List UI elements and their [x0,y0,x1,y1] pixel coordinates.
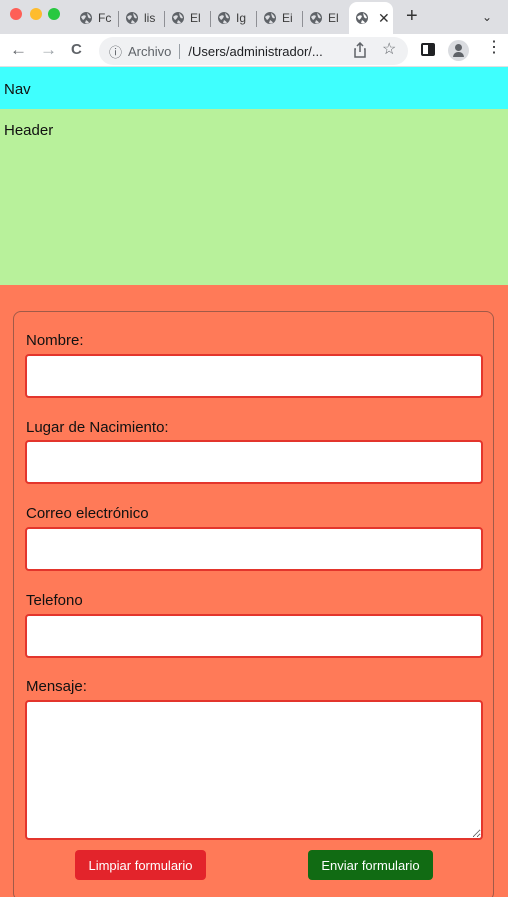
phone-input[interactable] [25,614,483,658]
email-label: Correo electrónico [26,505,149,522]
tab-divider [302,11,303,27]
forward-arrow-icon[interactable]: → [40,40,57,60]
minimize-window-button[interactable] [30,8,42,20]
tab-label: Fc [98,11,112,25]
globe-icon [264,12,276,24]
info-icon[interactable]: ⓘ [109,42,122,61]
tab-label: Ei [282,11,293,25]
tab-6[interactable]: El [309,6,345,30]
address-scheme: Archivo [128,43,172,59]
tab-2[interactable]: lis [125,6,161,30]
name-label: Nombre: [26,332,84,349]
phone-label: Telefono [26,592,83,609]
globe-icon [218,12,230,24]
tab-3[interactable]: El [171,6,207,30]
tab-4[interactable]: Ig [217,6,253,30]
page-main: Nombre: Lugar de Nacimiento: Correo elec… [0,285,508,897]
name-input[interactable] [25,354,483,398]
contact-form: Nombre: Lugar de Nacimiento: Correo elec… [13,311,494,897]
tab-divider [210,11,211,27]
clear-form-button[interactable]: Limpiar formulario [75,850,206,880]
tab-1[interactable]: Fc [79,6,115,30]
address-path: /Users/administrador/... [188,43,323,59]
browser-toolbar: ← → C ⓘ Archivo /Users/administrador/...… [0,34,508,67]
nav-text: Nav [4,81,31,98]
close-window-button[interactable] [10,8,22,20]
close-tab-icon[interactable]: ✕ [378,10,390,27]
bookmark-star-icon[interactable]: ☆ [382,39,396,59]
address-divider [179,43,181,59]
back-arrow-icon[interactable]: ← [10,40,27,60]
tab-label: Ig [236,11,247,25]
email-input[interactable] [25,527,483,571]
header-text: Header [4,122,54,139]
message-label: Mensaje: [26,678,87,695]
tab-5[interactable]: Ei [263,6,299,30]
share-icon[interactable] [353,42,367,58]
tab-search-icon[interactable]: ⌄ [482,10,492,24]
send-form-button[interactable]: Enviar formulario [308,850,433,880]
tab-label: lis [144,11,156,25]
menu-kebab-icon[interactable]: ⋮ [486,40,502,56]
profile-avatar-icon[interactable] [448,40,469,61]
page-header: Header [0,109,508,285]
message-textarea[interactable] [25,700,483,840]
tab-active[interactable]: ✕ [349,2,393,34]
page-nav: Nav [0,67,508,109]
tab-divider [256,11,257,27]
globe-icon [80,12,92,24]
maximize-window-button[interactable] [48,8,60,20]
tab-label: El [190,11,201,25]
birthplace-input[interactable] [25,440,483,484]
globe-icon [356,12,368,24]
globe-icon [126,12,138,24]
side-panel-icon[interactable] [421,43,435,56]
new-tab-button[interactable]: + [406,5,418,28]
globe-icon [310,12,322,24]
tab-strip: Fc lis El Ig Ei El ✕ + ⌄ [0,0,508,34]
birthplace-label: Lugar de Nacimiento: [26,419,169,436]
reload-icon[interactable]: C [71,41,82,58]
tab-label: El [328,11,339,25]
tab-divider [118,11,119,27]
globe-icon [172,12,184,24]
tab-divider [164,11,165,27]
